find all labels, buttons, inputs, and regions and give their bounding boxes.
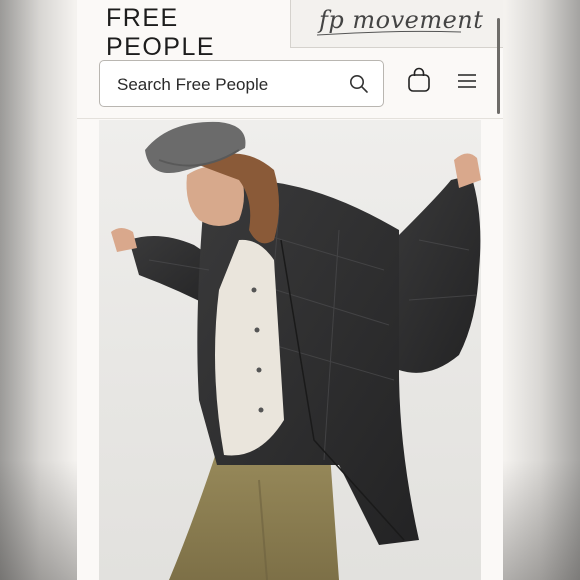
hamburger-menu-icon[interactable] xyxy=(457,73,477,89)
tab-free-people[interactable]: FREE PEOPLE xyxy=(77,0,290,61)
scrollbar[interactable] xyxy=(497,18,500,114)
tab-fp-movement[interactable]: fp movement xyxy=(290,0,503,48)
product-photo xyxy=(111,121,481,580)
search-input[interactable]: Search Free People xyxy=(99,60,384,107)
tab-free-people-label: FREE PEOPLE xyxy=(106,4,216,61)
header-divider xyxy=(77,118,503,119)
brand-tabs: FREE PEOPLE fp movement xyxy=(77,0,503,61)
product-image[interactable] xyxy=(99,120,481,580)
movement-underline-icon xyxy=(316,30,462,36)
search-placeholder: Search Free People xyxy=(117,75,269,94)
search-icon[interactable] xyxy=(349,74,369,94)
shopping-bag-icon[interactable] xyxy=(407,67,431,93)
phone-screen: FREE PEOPLE fp movement Search Free Peop… xyxy=(77,0,503,580)
